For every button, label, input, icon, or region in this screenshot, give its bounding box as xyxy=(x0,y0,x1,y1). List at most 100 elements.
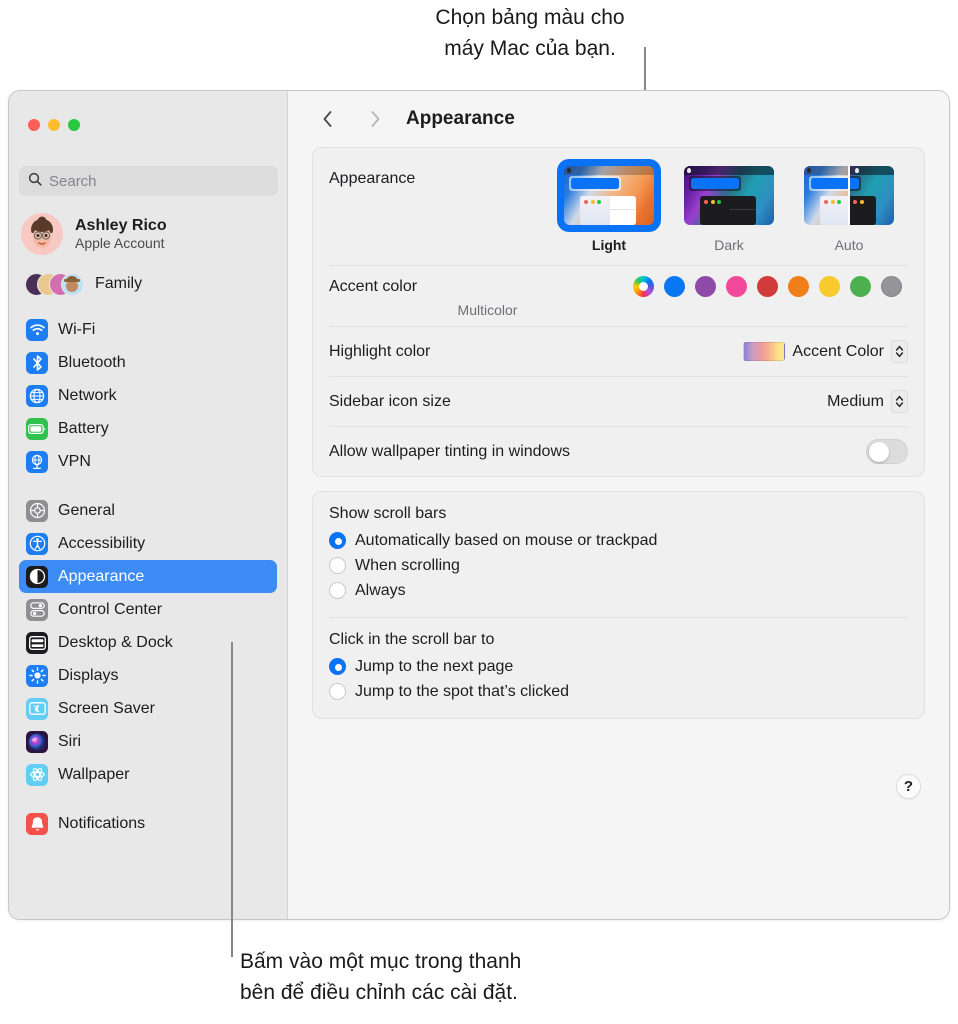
sidebar-group-gap xyxy=(19,478,277,494)
accent-color-caption: Multicolor xyxy=(329,302,908,318)
show-scroll-bars-section: Show scroll bars Automatically based on … xyxy=(313,492,924,617)
accent-color-swatches xyxy=(633,276,908,297)
account-name: Ashley Rico xyxy=(75,216,167,235)
show-scroll-bars-title: Show scroll bars xyxy=(329,505,908,523)
accent-swatch-blue[interactable] xyxy=(664,276,685,297)
highlight-color-popup[interactable]: Accent Color xyxy=(743,340,908,363)
radio-button[interactable] xyxy=(329,532,346,549)
family-avatars xyxy=(25,271,87,297)
apple-account-row[interactable]: Ashley Rico Apple Account xyxy=(21,213,167,255)
sidebar-item-general[interactable]: General xyxy=(19,494,277,527)
appearance-option-auto[interactable]: Auto xyxy=(800,162,898,253)
sidebar-item-network[interactable]: Network xyxy=(19,379,277,412)
sidebar-icon-size-row: Sidebar icon size Medium xyxy=(313,377,924,426)
dark-thumbnail xyxy=(684,166,774,225)
radio-label: Automatically based on mouse or trackpad xyxy=(355,532,657,550)
radio-button[interactable] xyxy=(329,557,346,574)
sidebar-item-battery[interactable]: Battery xyxy=(19,412,277,445)
sidebar-item-siri[interactable]: Siri xyxy=(19,725,277,758)
sidebar-item-label: Battery xyxy=(58,420,109,438)
window-traffic-lights xyxy=(28,119,80,131)
auto-thumbnail xyxy=(804,166,894,225)
sidebar-item-label: Wallpaper xyxy=(58,766,129,784)
displays-icon xyxy=(26,665,48,687)
click-scroll-bar-section: Click in the scroll bar to Jump to the n… xyxy=(313,618,924,718)
dark-label: Dark xyxy=(714,237,744,253)
appearance-option-light[interactable]: Light xyxy=(560,162,658,253)
accent-swatch-red[interactable] xyxy=(757,276,778,297)
radio-button[interactable] xyxy=(329,582,346,599)
wallpaper-tinting-toggle[interactable] xyxy=(866,439,908,464)
radio-label: When scrolling xyxy=(355,557,460,575)
wallpaper-tinting-label: Allow wallpaper tinting in windows xyxy=(329,443,570,461)
appearance-row: Appearance xyxy=(313,148,924,265)
sidebar-item-control-center[interactable]: Control Center xyxy=(19,593,277,626)
battery-icon xyxy=(26,418,48,440)
sidebar-item-family[interactable]: Family xyxy=(19,269,278,299)
sidebar-item-displays[interactable]: Displays xyxy=(19,659,277,692)
radio-label: Always xyxy=(355,582,406,600)
sidebar-item-label: Siri xyxy=(58,733,81,751)
appearance-option-dark[interactable]: Dark xyxy=(680,162,778,253)
radio-option[interactable]: Automatically based on mouse or trackpad xyxy=(329,528,908,553)
sidebar-item-vpn[interactable]: VPN xyxy=(19,445,277,478)
back-button[interactable] xyxy=(312,104,342,134)
radio-label: Jump to the next page xyxy=(355,658,513,676)
globe-icon xyxy=(26,385,48,407)
sidebar-item-label: Control Center xyxy=(58,601,162,619)
accent-swatch-green[interactable] xyxy=(850,276,871,297)
radio-button[interactable] xyxy=(329,658,346,675)
sidebar-item-appearance[interactable]: Appearance xyxy=(19,560,277,593)
dark-thumbnail-frame xyxy=(680,162,778,229)
accent-swatch-multicolor[interactable] xyxy=(633,276,654,297)
forward-button[interactable] xyxy=(360,104,390,134)
close-button[interactable] xyxy=(28,119,40,131)
radio-option[interactable]: Jump to the spot that’s clicked xyxy=(329,679,908,704)
wallpaper-tinting-row: Allow wallpaper tinting in windows xyxy=(313,427,924,476)
account-subtitle: Apple Account xyxy=(75,235,167,252)
minimize-button[interactable] xyxy=(48,119,60,131)
highlight-color-row: Highlight color Accent Color xyxy=(313,327,924,376)
sidebar-item-bluetooth[interactable]: Bluetooth xyxy=(19,346,277,379)
sidebar-item-label: Appearance xyxy=(58,568,144,586)
accent-swatch-orange[interactable] xyxy=(788,276,809,297)
accent-swatch-graphite[interactable] xyxy=(881,276,902,297)
zoom-button[interactable] xyxy=(68,119,80,131)
radio-option[interactable]: Always xyxy=(329,578,908,603)
control-center-icon xyxy=(26,599,48,621)
sidebar-item-screen-saver[interactable]: Screen Saver xyxy=(19,692,277,725)
help-button[interactable]: ? xyxy=(896,774,921,799)
sidebar-item-label: General xyxy=(58,502,115,520)
accent-swatch-yellow[interactable] xyxy=(819,276,840,297)
accent-swatch-purple[interactable] xyxy=(695,276,716,297)
chevron-updown-icon xyxy=(891,340,908,363)
sidebar-item-label: Network xyxy=(58,387,117,405)
callout-bottom-leader-line xyxy=(231,642,233,957)
siri-icon xyxy=(26,731,48,753)
sidebar-icon-size-label: Sidebar icon size xyxy=(329,393,451,411)
scroll-bars-group: Show scroll bars Automatically based on … xyxy=(312,491,925,719)
sidebar-item-wi-fi[interactable]: Wi-Fi xyxy=(19,313,277,346)
sidebar-group-gap xyxy=(19,791,277,807)
radio-option[interactable]: Jump to the next page xyxy=(329,654,908,679)
highlight-color-swatch xyxy=(743,342,785,361)
sidebar-item-notifications[interactable]: Notifications xyxy=(19,807,277,840)
sidebar-item-desktop-dock[interactable]: Desktop & Dock xyxy=(19,626,277,659)
sidebar-item-accessibility[interactable]: Accessibility xyxy=(19,527,277,560)
radio-option[interactable]: When scrolling xyxy=(329,553,908,578)
search-icon xyxy=(28,172,42,191)
radio-button[interactable] xyxy=(329,683,346,700)
accent-swatch-pink[interactable] xyxy=(726,276,747,297)
sidebar-item-label: Notifications xyxy=(58,815,145,833)
sidebar-item-wallpaper[interactable]: Wallpaper xyxy=(19,758,277,791)
bluetooth-icon xyxy=(26,352,48,374)
light-label: Light xyxy=(592,237,626,253)
callout-top-text: Chọn bảng màu cho máy Mac của bạn. xyxy=(380,2,680,64)
system-settings-window: Search xyxy=(8,90,950,920)
sidebar-icon-size-popup[interactable]: Medium xyxy=(827,390,908,413)
light-thumbnail xyxy=(564,166,654,225)
search-field[interactable]: Search xyxy=(19,166,278,196)
highlight-color-label: Highlight color xyxy=(329,343,430,361)
sidebar-item-label: Displays xyxy=(58,667,118,685)
search-placeholder: Search xyxy=(49,173,97,190)
